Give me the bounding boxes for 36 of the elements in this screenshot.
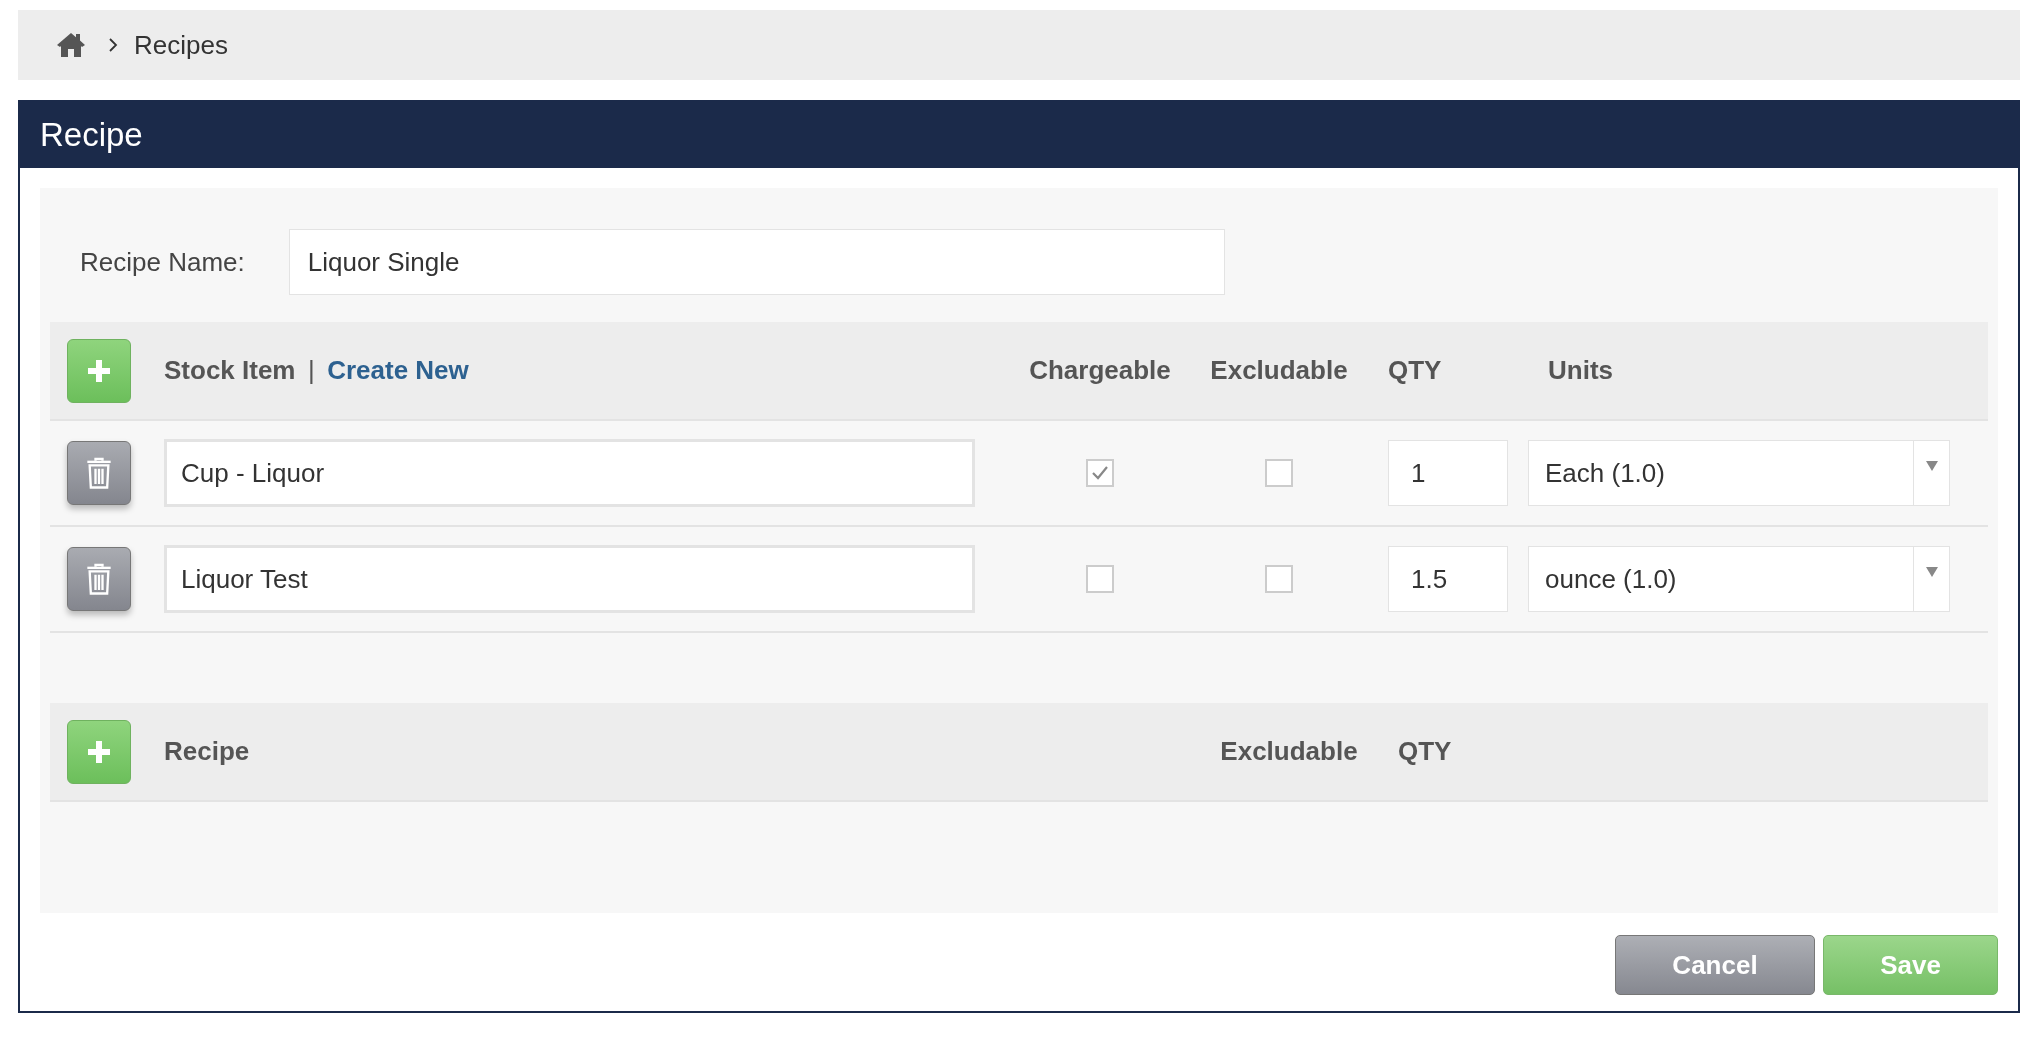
delete-button[interactable] xyxy=(67,547,131,611)
dropdown-arrow-icon xyxy=(1925,567,1938,577)
separator: | xyxy=(307,355,315,385)
stock-item-field[interactable]: Liquor Test xyxy=(164,545,975,613)
qty-field[interactable]: 1.5 xyxy=(1388,546,1508,612)
units-dropdown[interactable]: ounce (1.0) xyxy=(1528,546,1950,612)
trash-icon xyxy=(85,456,113,490)
checkbox[interactable] xyxy=(1086,565,1114,593)
stock-item-field[interactable]: Cup - Liquor xyxy=(164,439,975,507)
breadcrumb-item[interactable]: Recipes xyxy=(134,29,228,61)
home-icon[interactable] xyxy=(56,32,86,58)
panel-title: Recipe xyxy=(40,116,143,154)
units-dropdown[interactable]: Each (1.0) xyxy=(1528,440,1950,506)
column-header: Chargeable xyxy=(1028,355,1172,386)
column-header: QTY xyxy=(1398,736,1452,766)
field-label: Recipe Name: xyxy=(80,246,245,278)
plus-icon xyxy=(87,358,111,383)
column-header: Excludable xyxy=(1219,736,1359,767)
column-header: QTY xyxy=(1388,355,1442,385)
add-button[interactable] xyxy=(67,719,131,784)
plus-icon xyxy=(87,739,111,764)
column-header: Excludable xyxy=(1209,355,1349,386)
trash-icon xyxy=(85,562,113,596)
delete-button[interactable] xyxy=(67,441,131,505)
column-header: Recipe xyxy=(164,736,250,766)
create-new-link[interactable]: Create New xyxy=(327,355,469,385)
checkbox[interactable] xyxy=(1086,459,1114,487)
recipe-name-field[interactable]: Liquor Single xyxy=(288,229,1225,295)
checkbox[interactable] xyxy=(1265,565,1293,593)
qty-field[interactable]: 1 xyxy=(1388,440,1508,506)
add-button[interactable] xyxy=(67,338,131,403)
checkbox[interactable] xyxy=(1265,459,1293,487)
dropdown-arrow-icon xyxy=(1925,461,1938,471)
chevron-icon xyxy=(108,37,118,53)
column-header: Units xyxy=(1548,355,1613,385)
column-header: Stock Item xyxy=(164,355,296,385)
